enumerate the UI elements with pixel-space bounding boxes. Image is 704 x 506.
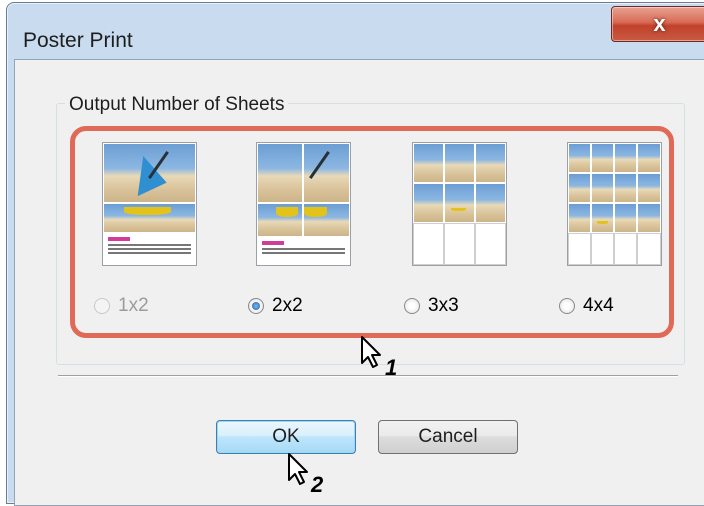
poster-print-dialog: Poster Print x Output Number of Sheets 1… <box>6 2 704 506</box>
ok-button[interactable]: OK <box>216 420 356 454</box>
radio-button-icon <box>559 298 575 314</box>
separator <box>58 375 678 377</box>
preview-tile <box>614 173 637 203</box>
radio-2x2-label: 2x2 <box>272 295 303 316</box>
preview-tile <box>591 143 614 173</box>
preview-tile <box>637 143 661 173</box>
preview-tile <box>614 143 637 173</box>
preview-tile <box>568 173 591 203</box>
preview-tile <box>413 183 444 223</box>
preview-text-block <box>262 241 345 256</box>
preview-tile <box>475 143 506 183</box>
preview-text-block <box>108 237 191 256</box>
preview-tile <box>568 203 591 233</box>
radio-4x4-label: 4x4 <box>583 295 614 316</box>
preview-tile <box>444 183 475 223</box>
preview-tile <box>413 223 444 265</box>
preview-tile <box>303 203 350 237</box>
preview-tile <box>591 233 614 265</box>
dialog-content: Output Number of Sheets 1x2 2x2 3x3 4x4 … <box>14 59 704 506</box>
radio-1x2[interactable]: 1x2 <box>94 295 149 317</box>
preview-tile <box>444 143 475 183</box>
preview-tile <box>614 233 637 265</box>
preview-tile <box>303 143 350 203</box>
preview-2x2 <box>256 142 351 266</box>
preview-tile <box>591 203 614 233</box>
mouse-pointer-icon <box>288 453 308 485</box>
preview-tile <box>413 143 444 183</box>
option-3x3: 3x3 <box>400 142 520 322</box>
preview-tile <box>103 203 196 233</box>
radio-button-icon <box>404 298 420 314</box>
radio-3x3-label: 3x3 <box>428 295 459 316</box>
radio-4x4[interactable]: 4x4 <box>559 295 614 317</box>
preview-tile <box>568 143 591 173</box>
title-bar[interactable]: Poster Print x <box>7 3 704 58</box>
callout-number-1: 1 <box>385 355 398 380</box>
preview-tile <box>475 183 506 223</box>
radio-button-icon <box>94 298 110 314</box>
preview-tile <box>257 203 303 237</box>
output-sheets-label: Output Number of Sheets <box>65 94 289 116</box>
close-icon: x <box>653 11 666 36</box>
preview-tile <box>591 173 614 203</box>
preview-tile <box>614 203 637 233</box>
callout-number-2: 2 <box>311 472 324 497</box>
preview-tile <box>637 173 661 203</box>
dialog-title: Poster Print <box>23 29 133 52</box>
preview-tile <box>637 233 661 265</box>
option-4x4: 4x4 <box>555 142 675 322</box>
preview-tile <box>568 233 591 265</box>
radio-button-icon <box>248 298 264 314</box>
radio-2x2[interactable]: 2x2 <box>248 295 303 317</box>
preview-tile <box>637 203 661 233</box>
option-2x2: 2x2 <box>244 142 364 322</box>
preview-1x2 <box>102 142 197 266</box>
preview-tile <box>257 143 303 203</box>
preview-tile <box>444 223 475 265</box>
mouse-pointer-icon <box>361 336 381 368</box>
radio-3x3[interactable]: 3x3 <box>404 295 459 317</box>
cancel-button[interactable]: Cancel <box>378 420 518 454</box>
close-button[interactable]: x <box>611 6 704 42</box>
preview-4x4 <box>567 142 662 266</box>
preview-3x3 <box>412 142 507 266</box>
option-1x2: 1x2 <box>90 142 210 322</box>
preview-tile <box>103 143 196 203</box>
radio-1x2-label: 1x2 <box>118 295 149 316</box>
preview-tile <box>475 223 506 265</box>
